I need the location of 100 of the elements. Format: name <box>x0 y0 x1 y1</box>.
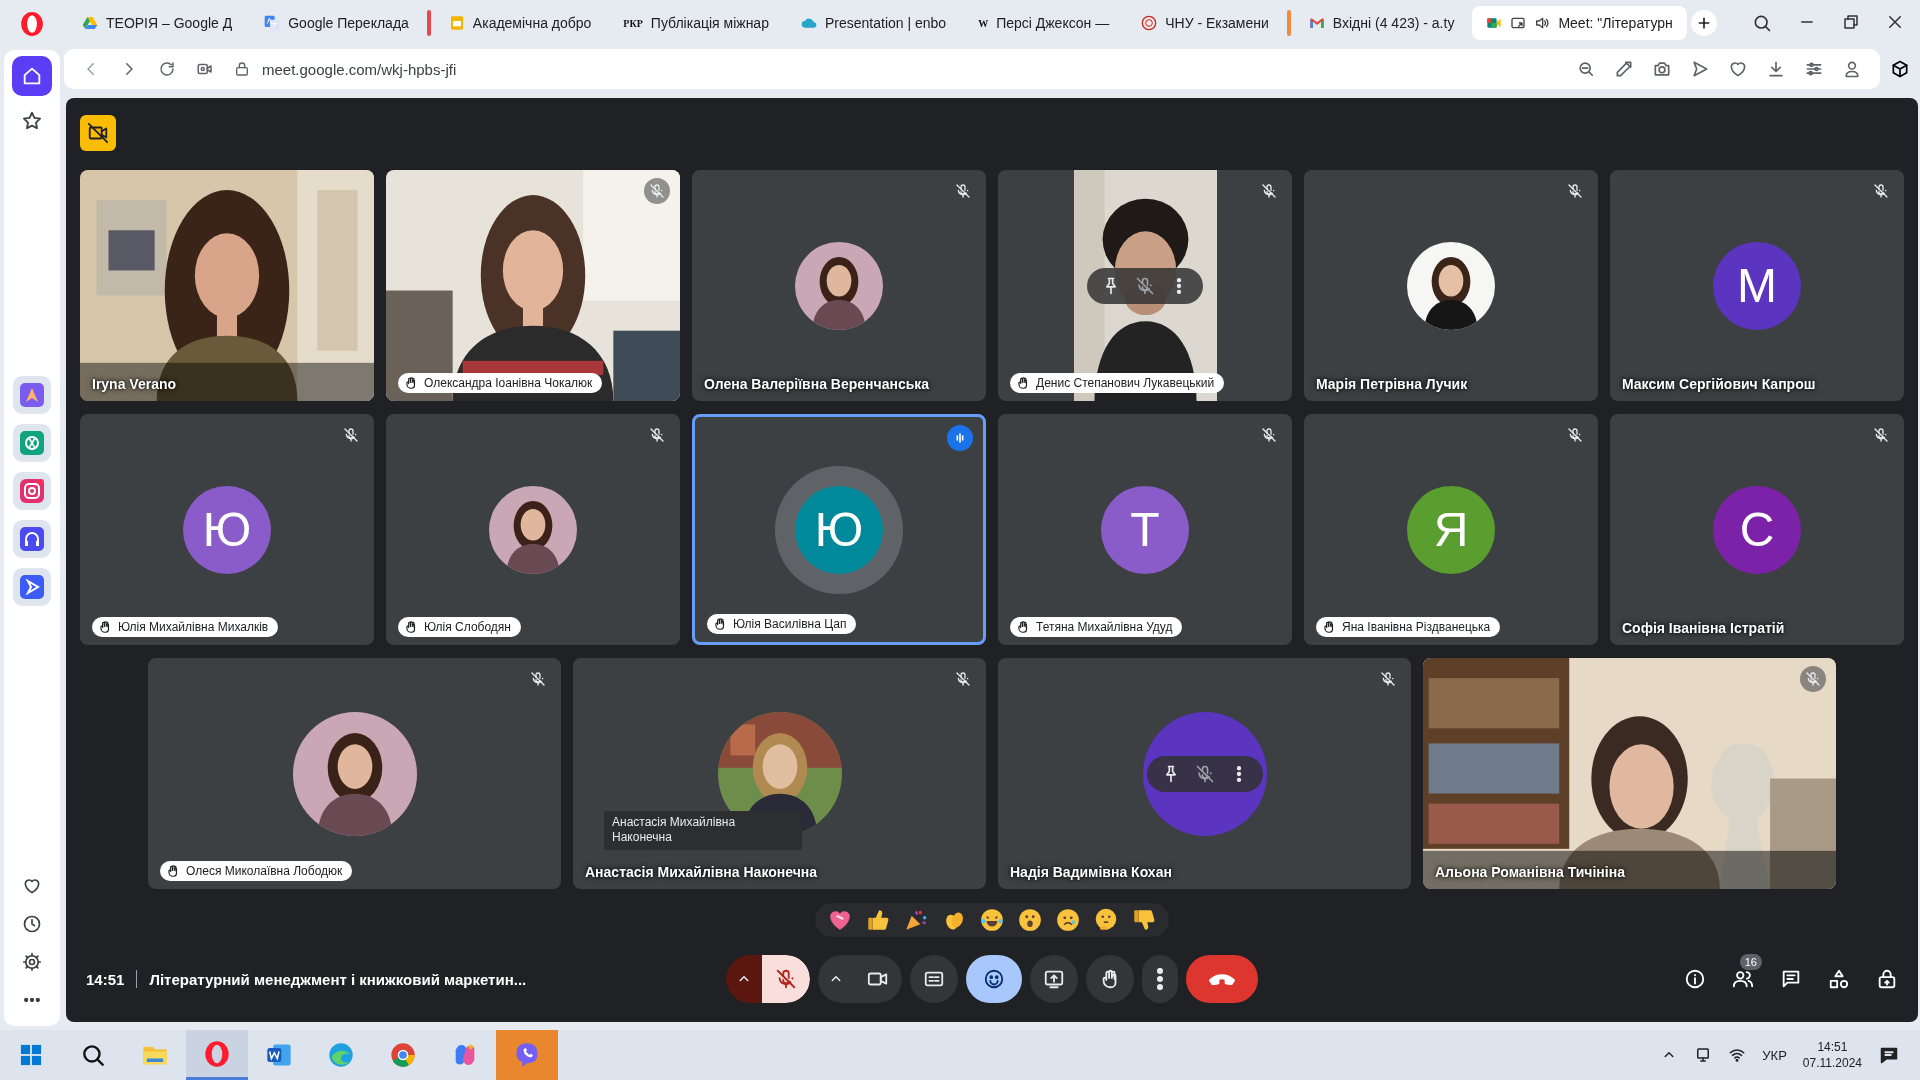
participant-name: Iryna Verano <box>92 376 177 392</box>
raise-hand-button[interactable] <box>1086 955 1134 1003</box>
camera-button[interactable] <box>854 955 902 1003</box>
participant-name: Анастасія Михайлівна Наконечна <box>585 864 818 880</box>
picture-in-picture-icon[interactable] <box>1510 15 1527 31</box>
sad-face-icon[interactable] <box>1055 907 1081 933</box>
heart-icon[interactable] <box>1728 59 1748 79</box>
speaker-icon[interactable] <box>1534 15 1551 31</box>
translate-icon <box>264 15 281 31</box>
lens-icon[interactable] <box>1576 59 1596 79</box>
play-app-icon[interactable] <box>13 568 51 606</box>
browser-tab[interactable]: Meet: "Літературн <box>1472 6 1687 40</box>
avatar: M <box>1713 241 1801 330</box>
thinking-face-icon[interactable] <box>1093 907 1119 933</box>
mic-off-icon[interactable] <box>1194 763 1215 784</box>
new-tab-button[interactable] <box>1690 10 1717 36</box>
laughing-face-icon[interactable] <box>979 907 1005 933</box>
star-icon[interactable] <box>21 110 43 132</box>
settings-icon[interactable] <box>22 952 42 972</box>
participant-name: Олександра Іоанівна Чокалюк <box>424 376 593 390</box>
reload-icon[interactable] <box>158 60 176 78</box>
end-call-button[interactable] <box>1186 955 1258 1003</box>
participant-name: Тетяна Михайлівна Удуд <box>1036 620 1173 634</box>
slides-icon <box>448 15 465 31</box>
chat-icon[interactable] <box>1780 968 1802 990</box>
browser-tab[interactable]: Presentation | enbo <box>786 6 961 40</box>
language-indicator[interactable]: УКР <box>1762 1047 1787 1063</box>
participant-name: Юлія Василівна Цап <box>733 617 847 631</box>
present-button[interactable] <box>1030 955 1078 1003</box>
search-icon[interactable] <box>1752 13 1772 33</box>
browser-tab[interactable]: РКР Публікація міжнар <box>609 6 783 40</box>
thumbs-down-icon[interactable] <box>1131 907 1157 933</box>
home-button[interactable] <box>12 56 52 96</box>
reactions-button[interactable] <box>966 955 1022 1003</box>
video-off-icon <box>87 122 109 144</box>
tooltip: Анастасія Михайлівна Наконечна <box>604 810 802 850</box>
participant-name: Юлія Слободян <box>424 620 511 634</box>
camera-app-icon[interactable] <box>13 472 51 510</box>
hand-icon <box>404 376 418 390</box>
browser-tab[interactable]: Вхідні (4 423) - a.ty <box>1294 6 1469 40</box>
o-logo-icon[interactable] <box>19 11 45 37</box>
hand-icon <box>404 620 418 634</box>
participant-name: Олеся Миколаївна Лободюк <box>186 864 343 878</box>
restore-icon[interactable] <box>1842 13 1860 31</box>
history-icon[interactable] <box>22 914 42 934</box>
tab-title: Академічна добро <box>472 15 592 31</box>
more-options-button[interactable] <box>1142 955 1178 1003</box>
tab-group-marker[interactable] <box>426 10 431 36</box>
download-icon[interactable] <box>1766 59 1786 79</box>
captions-button[interactable] <box>910 955 958 1003</box>
close-icon[interactable] <box>1886 13 1904 31</box>
knot-app-icon[interactable] <box>13 424 51 462</box>
camera-icon[interactable] <box>1652 59 1672 79</box>
url-text: meet.google.com/wkj-hpbs-jfi <box>262 60 457 78</box>
profile-icon[interactable] <box>1842 59 1862 79</box>
home-icon <box>21 65 43 87</box>
lock-icon[interactable] <box>1876 968 1898 990</box>
hand-icon <box>166 864 180 878</box>
surprised-face-icon[interactable] <box>1017 907 1043 933</box>
lock-icon[interactable] <box>234 61 250 77</box>
microphone-button[interactable] <box>762 955 810 1003</box>
browser-tab[interactable]: W Персі Джексон — <box>964 6 1124 40</box>
meeting-title: Літературний менеджмент і книжковий маркетин... <box>149 970 527 988</box>
shapes-icon[interactable] <box>1828 968 1850 990</box>
headphones-app-icon[interactable] <box>13 520 51 558</box>
hand-icon <box>713 617 727 631</box>
browser-tab[interactable]: ТЕОРІЯ – Google Д <box>68 6 247 40</box>
browser-tab[interactable]: Google Перекладa <box>250 6 423 40</box>
wifi-icon[interactable] <box>1728 1046 1747 1064</box>
mic-off-icon[interactable] <box>1135 275 1155 296</box>
hand-icon <box>98 620 112 634</box>
browser-tab[interactable]: ЧНУ - Екзамени <box>1127 6 1283 40</box>
envelope-icon <box>1308 15 1325 31</box>
people-icon[interactable] <box>1732 968 1754 990</box>
participant-name: Максим Сергійович Капрош <box>1622 376 1816 392</box>
cube-icon[interactable] <box>1890 59 1910 79</box>
hand-icon <box>1322 620 1336 634</box>
avatar: Т <box>1101 485 1189 574</box>
tab-group-marker[interactable] <box>1286 10 1291 36</box>
site-logo: W <box>978 17 989 29</box>
emblem-icon <box>1141 15 1158 31</box>
address-bar[interactable]: meet.google.com/wkj-hpbs-jfi <box>64 49 1880 89</box>
video-off-button[interactable] <box>80 115 116 151</box>
heart-icon[interactable] <box>22 876 42 896</box>
info-icon[interactable] <box>1684 968 1706 990</box>
triangle-logo-icon <box>82 15 98 31</box>
tab-title: ЧНУ - Екзамени <box>1165 15 1269 31</box>
send-icon[interactable] <box>1690 59 1710 79</box>
spark-app-icon[interactable] <box>13 376 51 414</box>
participant-name: Яна Іванівна Різдванецька <box>1342 620 1491 634</box>
o-logo-icon[interactable] <box>186 1030 248 1080</box>
tab-title: Персі Джексон — <box>996 15 1110 31</box>
participant-name: Надія Вадимівна Кохан <box>1010 864 1172 880</box>
participant-name: Олена Валеріївна Веренчанська <box>704 376 930 392</box>
browser-tab[interactable]: Академічна добро <box>434 6 606 40</box>
participant-name: Софія Іванівна Істратій <box>1622 620 1785 636</box>
participant-name: Марія Петрівна Лучик <box>1316 376 1468 392</box>
meeting-time: 14:51 <box>86 970 125 988</box>
thumbs-up-icon[interactable] <box>865 907 891 933</box>
edit-icon[interactable] <box>1614 59 1634 79</box>
